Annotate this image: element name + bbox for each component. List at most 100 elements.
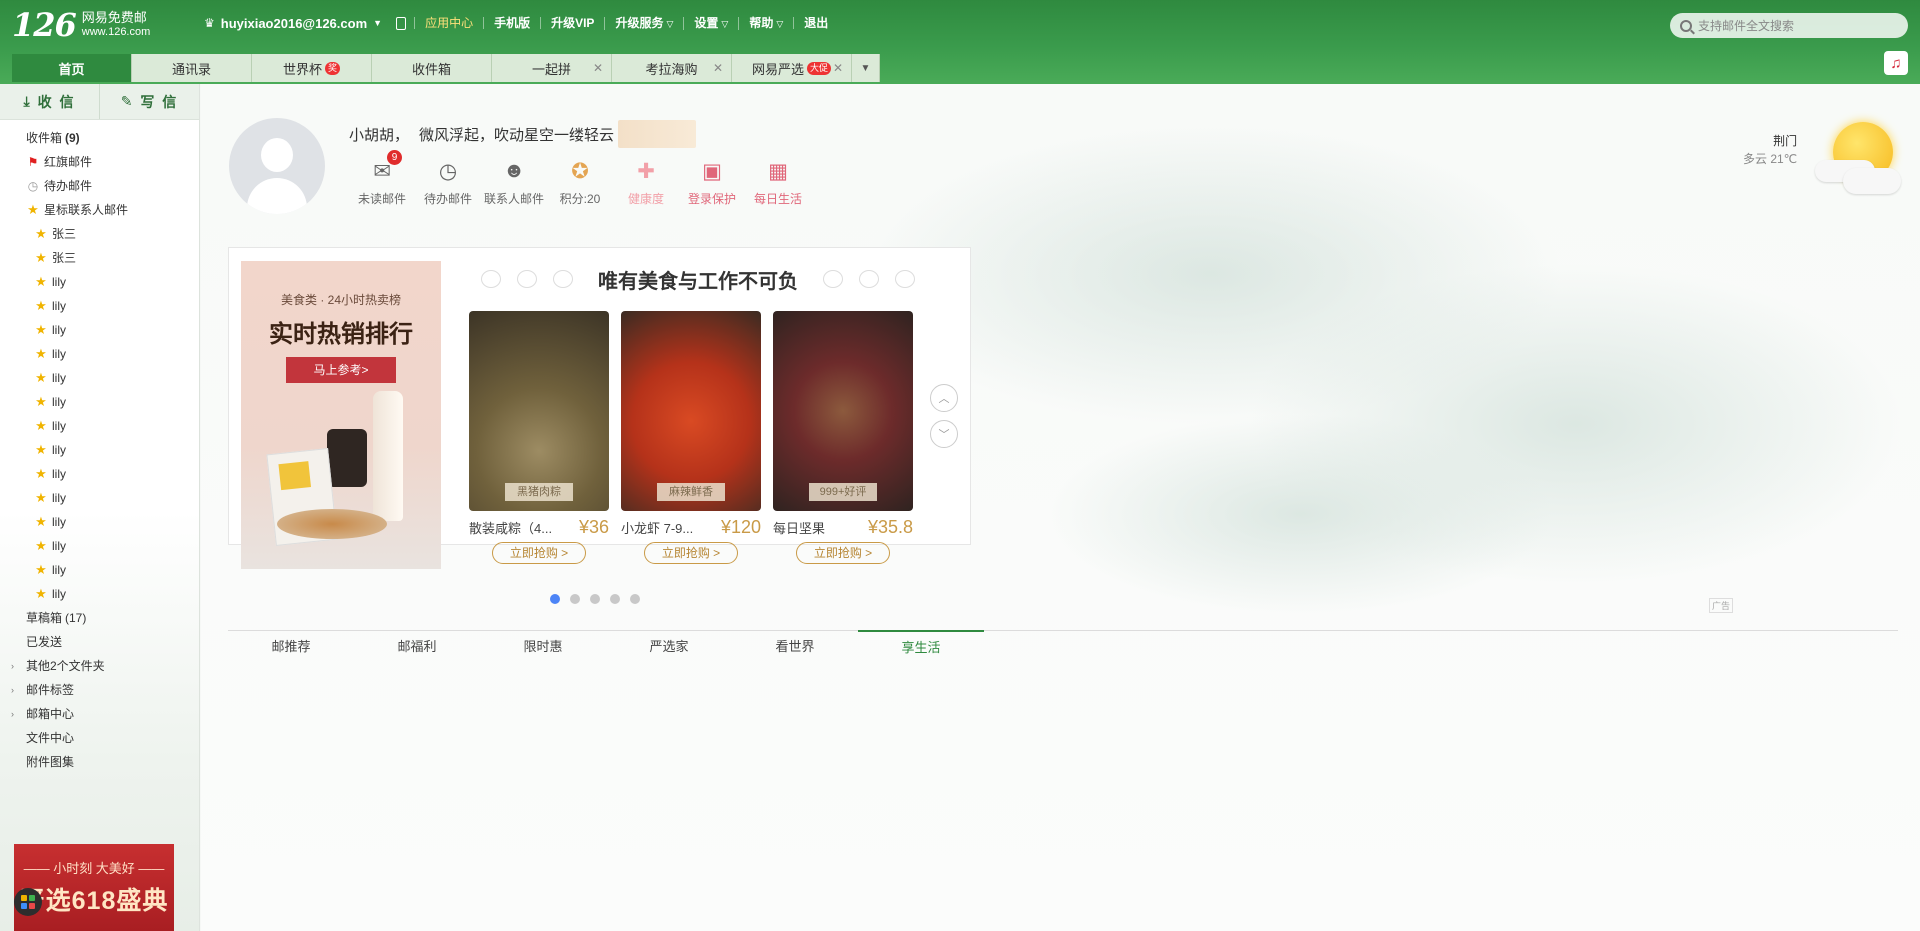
- buy-button[interactable]: 立即抢购 >: [796, 542, 890, 564]
- starred-contact[interactable]: ★ lily: [0, 270, 199, 294]
- folder-file-center[interactable]: 文件中心: [0, 726, 199, 750]
- quick-daily-life[interactable]: ▦ 每日生活: [745, 158, 811, 207]
- carousel-dot[interactable]: [630, 594, 640, 604]
- buy-button[interactable]: 立即抢购 >: [644, 542, 738, 564]
- tab-home[interactable]: 首页: [12, 54, 132, 82]
- starred-contact[interactable]: ★ lily: [0, 390, 199, 414]
- promo-banner[interactable]: 美食类 · 24小时热卖榜 实时热销排行 马上参考>: [241, 261, 441, 569]
- folder-attachments[interactable]: 附件图集: [0, 750, 199, 774]
- quick-health[interactable]: ✚ 健康度: [613, 158, 679, 207]
- folder-others[interactable]: › 其他2个文件夹: [0, 654, 199, 678]
- folder-tags[interactable]: › 邮件标签: [0, 678, 199, 702]
- folder-mailbox-center[interactable]: › 邮箱中心: [0, 702, 199, 726]
- tab-world[interactable]: 看世界: [732, 631, 858, 664]
- chevron-up-icon[interactable]: ︿: [930, 384, 958, 412]
- tab-pinduo[interactable]: 一起拼 ✕: [492, 54, 612, 82]
- carousel-dot[interactable]: [570, 594, 580, 604]
- tab-recommend[interactable]: 邮推荐: [228, 631, 354, 664]
- close-icon[interactable]: ✕: [713, 61, 723, 75]
- buy-button[interactable]: 立即抢购 >: [492, 542, 586, 564]
- folder-flagged[interactable]: ⚑ 红旗邮件: [0, 150, 199, 174]
- product-name: 散装咸粽（4...: [469, 521, 553, 536]
- chevron-down-icon: ▽: [666, 18, 674, 29]
- product-item[interactable]: 黑猪肉粽 散装咸粽（4... ¥36 立即抢购 >: [469, 311, 609, 564]
- logo-name: 网易免费邮: [81, 10, 147, 25]
- tab-more-button[interactable]: ▼: [852, 54, 880, 82]
- tab-yanxuan-home[interactable]: 严选家: [606, 631, 732, 664]
- starred-contact[interactable]: ★ lily: [0, 318, 199, 342]
- nav-upgrade-vip[interactable]: 升级VIP: [540, 17, 604, 29]
- chevron-down-icon[interactable]: ▼: [373, 18, 382, 28]
- music-icon[interactable]: ♫: [1884, 51, 1908, 75]
- nav-mobile[interactable]: 手机版: [483, 17, 540, 29]
- avatar[interactable]: [229, 118, 325, 214]
- quick-todo[interactable]: ◷ 待办邮件: [415, 158, 481, 207]
- close-icon[interactable]: ✕: [593, 61, 603, 75]
- starred-contact[interactable]: ★ lily: [0, 582, 199, 606]
- starred-contact[interactable]: ★ lily: [0, 486, 199, 510]
- nav-logout[interactable]: 退出: [793, 17, 838, 29]
- chevron-down-icon[interactable]: ﹀: [930, 420, 958, 448]
- quick-unread[interactable]: ✉ 9 未读邮件: [349, 150, 415, 207]
- folder-starred[interactable]: ★ 星标联系人邮件: [0, 198, 199, 222]
- weather-city: 荆门: [1773, 134, 1798, 148]
- starred-contact[interactable]: ★ 张三: [0, 222, 199, 246]
- tab-world-cup[interactable]: 世界杯奖: [252, 54, 372, 82]
- starred-contact[interactable]: ★ lily: [0, 558, 199, 582]
- nav-settings[interactable]: 设置 ▽: [683, 16, 738, 30]
- starred-contact[interactable]: ★ lily: [0, 438, 199, 462]
- quick-contact-mail[interactable]: ☻ 联系人邮件: [481, 158, 547, 207]
- carousel-dot[interactable]: [550, 594, 560, 604]
- product-item[interactable]: 麻辣鲜香 小龙虾 7-9... ¥120 立即抢购 >: [621, 311, 761, 564]
- close-icon[interactable]: ✕: [833, 61, 843, 75]
- starred-contact[interactable]: ★ lily: [0, 342, 199, 366]
- clock-icon: ◷: [438, 159, 458, 183]
- medkit-icon: ✚: [637, 159, 655, 183]
- starred-contact[interactable]: ★ lily: [0, 366, 199, 390]
- logo[interactable]: 126 网易免费邮 www.126.com: [12, 8, 150, 42]
- starred-contact[interactable]: ★ lily: [0, 462, 199, 486]
- promo-banner-button[interactable]: 马上参考>: [286, 357, 396, 383]
- compose-button[interactable]: ✎ 写 信: [100, 84, 199, 119]
- carousel-dot[interactable]: [590, 594, 600, 604]
- product-item[interactable]: 999+好评 每日坚果 ¥35.8 立即抢购 >: [773, 311, 913, 564]
- starred-contact[interactable]: ★ lily: [0, 534, 199, 558]
- mobile-icon[interactable]: [396, 16, 407, 30]
- starred-contact[interactable]: ★ 张三: [0, 246, 199, 270]
- carousel-dot[interactable]: [610, 594, 620, 604]
- nav-upgrade-service[interactable]: 升级服务 ▽: [604, 16, 683, 30]
- app-grid-icon[interactable]: [14, 888, 42, 916]
- star-icon: ★: [35, 226, 47, 241]
- search-box[interactable]: [1670, 13, 1908, 38]
- sidebar-ad-banner[interactable]: —— 小时刻 大美好 —— 严选618盛典: [14, 844, 174, 931]
- greeting-promo-image[interactable]: [618, 120, 697, 148]
- starred-contact[interactable]: ★ lily: [0, 414, 199, 438]
- folder-inbox[interactable]: 收件箱 (9): [0, 126, 199, 150]
- user-account[interactable]: huyixiao2016@126.com: [221, 16, 367, 31]
- tab-contacts[interactable]: 通讯录: [132, 54, 252, 82]
- search-input[interactable]: [1698, 18, 1898, 33]
- nav-help[interactable]: 帮助 ▽: [738, 16, 793, 30]
- starred-contact[interactable]: ★ lily: [0, 294, 199, 318]
- tab-kaola[interactable]: 考拉海购 ✕: [612, 54, 732, 82]
- promo-card: 美食类 · 24小时热卖榜 实时热销排行 马上参考> 唯有美食与工作不可负 黑猪…: [228, 247, 971, 604]
- tab-badge: 大促: [807, 61, 832, 75]
- quick-login-protect[interactable]: ▣ 登录保护: [679, 158, 745, 207]
- starred-contact[interactable]: ★ lily: [0, 510, 199, 534]
- tab-limited-deals[interactable]: 限时惠: [480, 631, 606, 664]
- tab-bar: 首页 通讯录 世界杯奖 收件箱 一起拼 ✕ 考拉海购 ✕ 网易严选 大促 ✕ ▼: [12, 54, 880, 82]
- sidebar: ⤓ 收 信 ✎ 写 信 收件箱 (9) ⚑ 红旗邮件 ◷ 待办邮件 ★ 星标联系人邮件 ★ 张…: [0, 84, 200, 931]
- tab-enjoy-life[interactable]: 享生活: [858, 630, 984, 664]
- quick-points[interactable]: ✪ 积分:20: [547, 158, 613, 207]
- promo-title: 唯有美食与工作不可负: [598, 270, 798, 293]
- folder-todo[interactable]: ◷ 待办邮件: [0, 174, 199, 198]
- folder-drafts[interactable]: 草稿箱 (17): [0, 606, 199, 630]
- nav-app-center[interactable]: 应用中心: [414, 17, 483, 29]
- receive-button[interactable]: ⤓ 收 信: [0, 84, 100, 119]
- top-nav: ♛ huyixiao2016@126.com ▼ 应用中心 手机版 升级VIP …: [204, 14, 838, 32]
- tab-inbox[interactable]: 收件箱: [372, 54, 492, 82]
- tab-yanxuan[interactable]: 网易严选 大促 ✕: [732, 54, 852, 82]
- tab-benefits[interactable]: 邮福利: [354, 631, 480, 664]
- folder-sent[interactable]: 已发送: [0, 630, 199, 654]
- weather-info[interactable]: 荆门 多云 21℃: [1743, 132, 1797, 168]
